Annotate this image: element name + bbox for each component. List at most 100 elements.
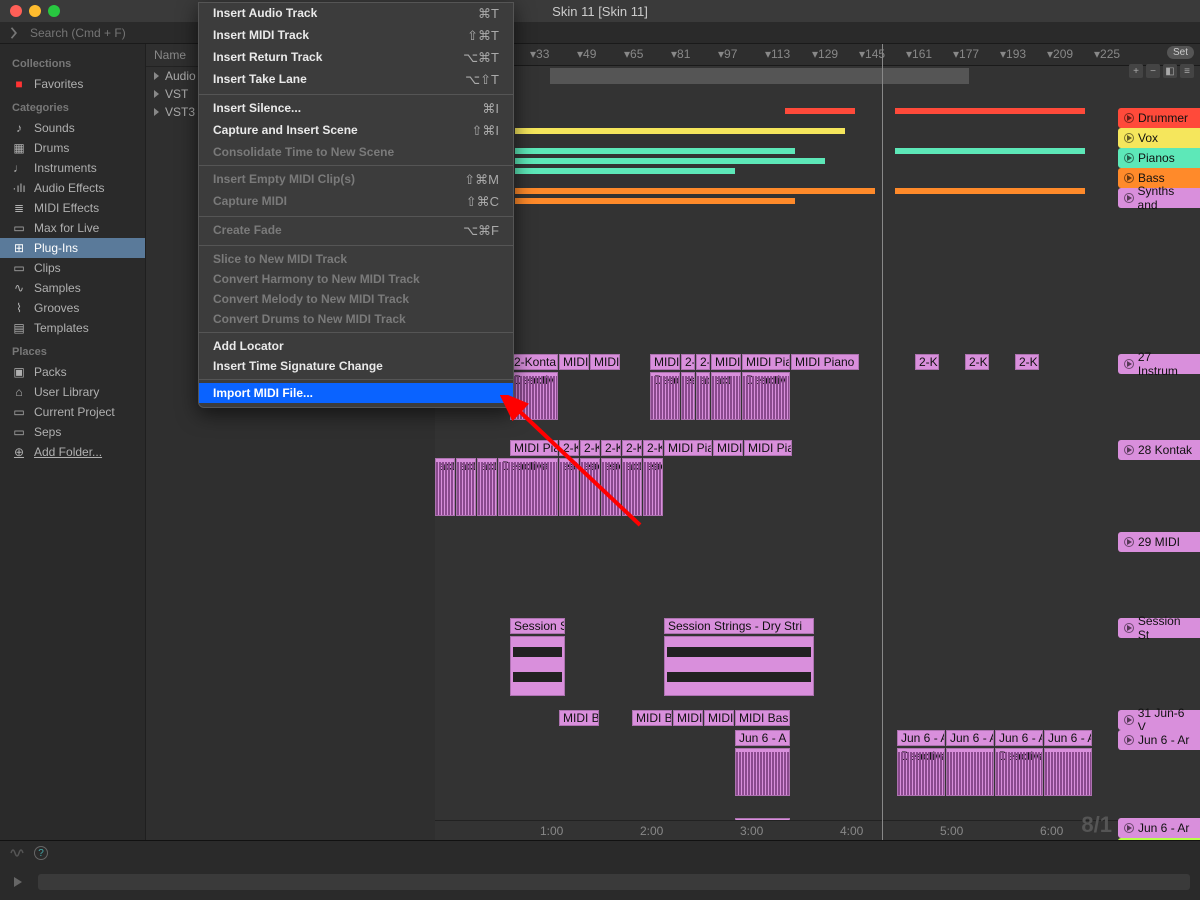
clip[interactable]: MIDI Pia: [742, 354, 790, 370]
sidebar-item-m4l[interactable]: ▭Max for Live: [0, 218, 145, 238]
sidebar-item-plugins[interactable]: ⊞Plug-Ins: [0, 238, 145, 258]
remove-lane-icon[interactable]: −: [1146, 64, 1160, 78]
clip[interactable]: Jun 6 - A: [897, 730, 945, 746]
track-play-icon[interactable]: [1124, 153, 1134, 163]
clip[interactable]: eact: [643, 458, 663, 516]
clip[interactable]: MIDI: [713, 440, 743, 456]
track-header[interactable]: 31 Jun-6 V: [1118, 710, 1200, 730]
menu-item[interactable]: Capture and Insert Scene⇧⌘I: [199, 120, 513, 142]
clip[interactable]: MIDI Pia: [744, 440, 792, 456]
menu-item[interactable]: Insert MIDI Track⇧⌘T: [199, 25, 513, 47]
menu-item[interactable]: Insert Audio Track⌘T: [199, 3, 513, 25]
clip[interactable]: Jun 6 - A: [946, 730, 994, 746]
sidebar-place-userlib[interactable]: ⌂User Library: [0, 382, 145, 402]
window-close[interactable]: [10, 5, 22, 17]
loop-brace[interactable]: [550, 68, 968, 84]
clip[interactable]: 2-K: [622, 440, 642, 456]
clip[interactable]: 2-K: [681, 354, 695, 370]
clip[interactable]: 2-Ko: [915, 354, 939, 370]
sidebar-place-packs[interactable]: ▣Packs: [0, 362, 145, 382]
sidebar-item-midifx[interactable]: ≣MIDI Effects: [0, 198, 145, 218]
track-play-icon[interactable]: [1124, 133, 1134, 143]
collapse-icon[interactable]: [8, 26, 22, 40]
clip[interactable]: MIDI Piano: [791, 354, 859, 370]
track-header[interactable]: 29 MIDI: [1118, 532, 1200, 552]
overview-clip[interactable]: [895, 188, 1085, 194]
clip[interactable]: eact: [580, 458, 600, 516]
clip[interactable]: Deactiv: [510, 372, 558, 420]
scrub-bar[interactable]: [38, 874, 1190, 890]
sidebar-item-templates[interactable]: ▤Templates: [0, 318, 145, 338]
clip[interactable]: eac: [681, 372, 695, 420]
window-minimize[interactable]: [29, 5, 41, 17]
playhead[interactable]: [882, 44, 883, 840]
clip[interactable]: eact: [601, 458, 621, 516]
track-play-icon[interactable]: [1124, 735, 1134, 745]
arrangement-view[interactable]: Set ▾33▾49▾65▾81▾97▾113▾129▾145▾161▾177▾…: [435, 44, 1200, 840]
track-header[interactable]: Vox: [1118, 128, 1200, 148]
track-play-icon[interactable]: [1124, 623, 1134, 633]
sidebar-item-sounds[interactable]: ♪Sounds: [0, 118, 145, 138]
clip[interactable]: MIDI Ba: [559, 710, 599, 726]
track-header[interactable]: 27 Instrum: [1118, 354, 1200, 374]
overview-clip[interactable]: [515, 188, 875, 194]
clip[interactable]: Deact: [650, 372, 680, 420]
track-play-icon[interactable]: [1124, 445, 1134, 455]
overview-clip[interactable]: [515, 198, 795, 204]
clip[interactable]: 2-K: [643, 440, 663, 456]
track-play-icon[interactable]: [1124, 715, 1134, 725]
clip[interactable]: MIDI Pia: [510, 440, 558, 456]
clip[interactable]: Session S: [510, 618, 565, 634]
track-header[interactable]: Drummer: [1118, 108, 1200, 128]
overview-clip[interactable]: [515, 168, 735, 174]
track-play-icon[interactable]: [1124, 537, 1134, 547]
menu-item[interactable]: Add Locator: [199, 336, 513, 356]
sidebar-place-folder[interactable]: ▭Seps: [0, 422, 145, 442]
clip[interactable]: MIDI Ba: [704, 710, 734, 726]
clip[interactable]: Jun 6 - A: [995, 730, 1043, 746]
view-option-icon[interactable]: ◧: [1163, 64, 1177, 78]
clip[interactable]: Deactiva: [897, 748, 945, 796]
clip[interactable]: 2-K: [696, 354, 710, 370]
clip[interactable]: MIDI Pia: [664, 440, 712, 456]
sidebar-item-instruments[interactable]: ♩Instruments: [0, 158, 145, 178]
clip[interactable]: Deactiva: [995, 748, 1043, 796]
set-button[interactable]: Set: [1167, 46, 1194, 59]
clip[interactable]: Deactiv: [742, 372, 790, 420]
clip[interactable]: Deactiva: [498, 458, 558, 516]
clip[interactable]: Session Strings - Dry Stri: [664, 618, 814, 634]
sidebar-place-project[interactable]: ▭Current Project: [0, 402, 145, 422]
track-header[interactable]: Session St: [1118, 618, 1200, 638]
clip[interactable]: Jun 6 - A: [1044, 730, 1092, 746]
clip[interactable]: 2-Konta: [510, 354, 558, 370]
sidebar-item-drums[interactable]: ▦Drums: [0, 138, 145, 158]
track-play-icon[interactable]: [1124, 359, 1134, 369]
overview-clip[interactable]: [785, 128, 845, 134]
clip[interactable]: act: [696, 372, 710, 420]
overview-clip[interactable]: [785, 108, 855, 114]
clip[interactable]: eact: [559, 458, 579, 516]
track-play-icon[interactable]: [1124, 113, 1134, 123]
track-header[interactable]: Synths and: [1118, 188, 1200, 208]
help-icon[interactable]: ?: [34, 846, 48, 860]
clip[interactable]: MIDI: [711, 354, 741, 370]
clip[interactable]: MIDI Ba: [632, 710, 672, 726]
sidebar-item-grooves[interactable]: ⌇Grooves: [0, 298, 145, 318]
clip[interactable]: 2-K: [559, 440, 579, 456]
clip[interactable]: MIDI Bas: [735, 710, 790, 726]
clip[interactable]: 2-K: [580, 440, 600, 456]
menu-item[interactable]: Import MIDI File...: [199, 383, 513, 403]
sidebar-place-addfolder[interactable]: ⊕Add Folder...: [0, 442, 145, 462]
track-play-icon[interactable]: [1124, 173, 1134, 183]
clip[interactable]: 2-Ko: [1015, 354, 1039, 370]
sidebar-item-clips[interactable]: ▭Clips: [0, 258, 145, 278]
clip[interactable]: act: [435, 458, 455, 516]
clip[interactable]: MIDI: [590, 354, 620, 370]
clip[interactable]: act: [456, 458, 476, 516]
track-play-icon[interactable]: [1124, 823, 1134, 833]
clip[interactable]: MIDI: [673, 710, 703, 726]
clip[interactable]: 2-Ko: [965, 354, 989, 370]
clip[interactable]: MIDI: [559, 354, 589, 370]
play-button[interactable]: [8, 872, 28, 892]
clip[interactable]: Jun 6 - A: [735, 730, 790, 746]
